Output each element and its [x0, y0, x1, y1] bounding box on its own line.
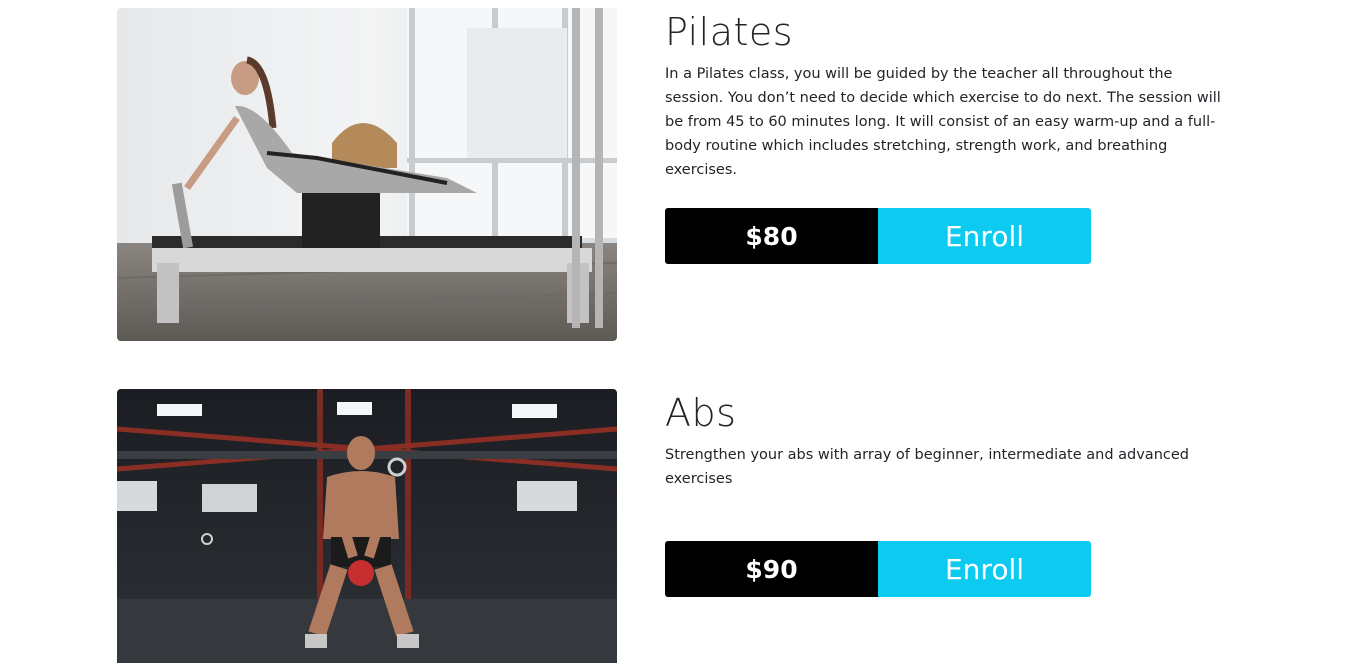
abs-photo — [117, 389, 617, 663]
course-title: Pilates — [665, 10, 794, 54]
course-description: In a Pilates class, you will be guided b… — [665, 66, 1221, 178]
enroll-button[interactable]: Enroll — [878, 541, 1091, 597]
price-badge: $90 — [665, 541, 878, 597]
pilates-info: Pilates In a Pilates class, you will be … — [665, 8, 1235, 182]
classes-page: Pilates In a Pilates class, you will be … — [0, 0, 1349, 663]
pilates-photo — [117, 8, 617, 341]
abs-info: Abs Strengthen your abs with array of be… — [665, 389, 1235, 491]
price-enroll-row: $80 Enroll — [665, 208, 1091, 264]
enroll-button[interactable]: Enroll — [878, 208, 1091, 264]
course-card-abs: Abs Strengthen your abs with array of be… — [117, 389, 1237, 663]
course-description: Strengthen your abs with array of beginn… — [665, 447, 1189, 487]
course-card-pilates: Pilates In a Pilates class, you will be … — [117, 8, 1237, 341]
price-badge: $80 — [665, 208, 878, 264]
price-enroll-row: $90 Enroll — [665, 541, 1091, 597]
course-title: Abs — [665, 391, 737, 435]
